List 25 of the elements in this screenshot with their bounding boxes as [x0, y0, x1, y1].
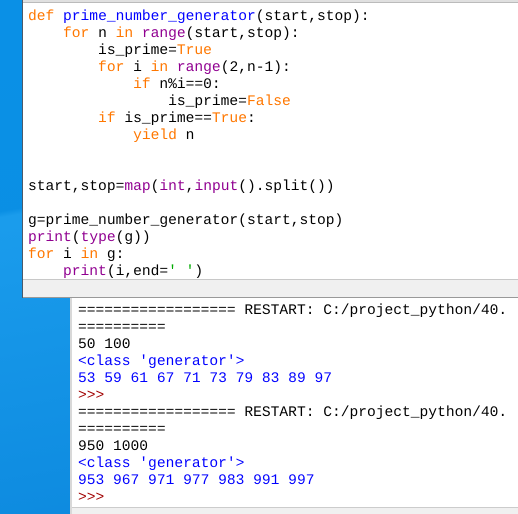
shell-line: 50 100 — [78, 337, 131, 354]
code-line: if n%i==0: — [132, 77, 221, 94]
code-line: def prime_number_generator(start,stop): — [28, 9, 370, 26]
shell-line: 953 967 971 977 983 991 997 — [78, 473, 314, 490]
shell-line: ========== — [78, 320, 166, 337]
code-line: print(type(g)) — [28, 230, 151, 247]
code-line: for i in range(2,n-1): — [97, 60, 291, 77]
code-line: if is_prime==True: — [97, 111, 256, 128]
code-line: is_prime=True — [97, 43, 212, 60]
code-line: for n in range(start,stop): — [62, 26, 300, 43]
shell-line: <class 'generator'> — [78, 456, 244, 473]
shell-line: ========== — [78, 422, 166, 439]
code-line: for i in g: — [28, 247, 124, 264]
code-line: start,stop=map(int,input().split()) — [28, 179, 335, 196]
code-line: yield n — [132, 128, 194, 145]
shell-line: ================== RESTART: C:/project_python/40. — [78, 303, 508, 320]
code-line: print(i,end=' ') — [62, 264, 204, 279]
shell-line: 950 1000 — [78, 439, 148, 456]
shell-prompt: >>> — [78, 388, 104, 405]
shell-prompt: >>> — [78, 490, 104, 507]
shell-line: <class 'generator'> — [78, 354, 244, 371]
shell-line: ================== RESTART: C:/project_python/40. — [78, 405, 508, 422]
code-line: g=prime_number_generator(start,stop) — [28, 213, 344, 230]
shell-line: 53 59 61 67 71 73 79 83 89 97 — [78, 371, 332, 388]
code-line: is_prime=False — [167, 94, 291, 111]
